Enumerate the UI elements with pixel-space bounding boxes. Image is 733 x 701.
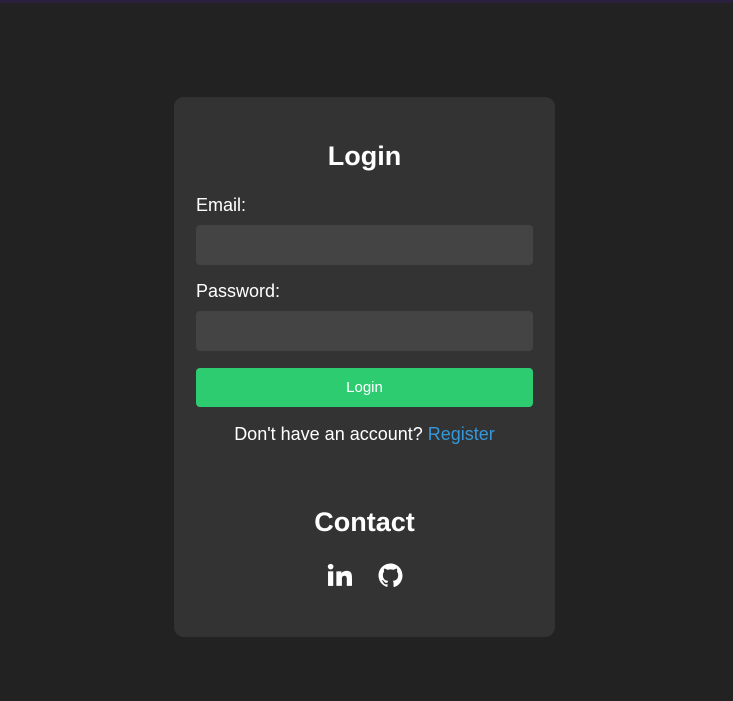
github-icon[interactable] [378,563,403,588]
email-field[interactable] [196,225,533,265]
contact-icons [174,563,555,588]
login-title: Login [327,141,402,171]
contact-title: Contact [314,507,415,537]
register-prompt: Don't have an account? Register [174,423,555,445]
email-label: Email: [196,195,247,215]
password-label: Password: [196,281,281,301]
linkedin-icon[interactable] [327,563,352,588]
login-card: Login Email: Password: Login Don't have … [174,97,555,637]
register-prompt-text: Don't have an account? [234,424,428,444]
top-strip [0,0,733,3]
register-link[interactable]: Register [428,424,495,444]
login-button[interactable]: Login [196,368,533,407]
password-field[interactable] [196,311,533,351]
